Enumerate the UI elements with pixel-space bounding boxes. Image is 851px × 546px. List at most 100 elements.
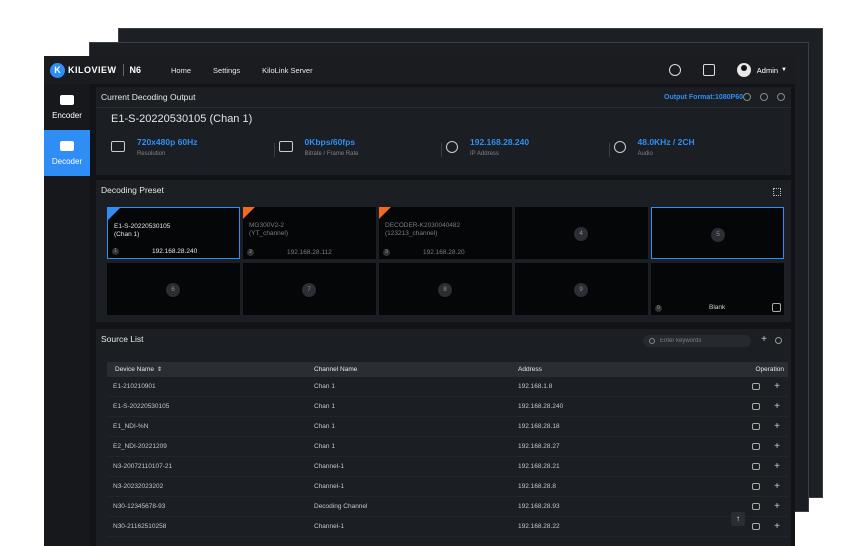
table-row[interactable]: E1-210210901 Chan 1 192.168.1.8 +: [107, 377, 788, 397]
source-table: Device Name ⇕ Channel Name Address Operat…: [107, 362, 788, 537]
stat-ip: 192.168.28.240 IP Address: [446, 137, 614, 157]
fullscreen-icon[interactable]: [777, 93, 785, 101]
current-output-panel: Current Decoding Output Output Format:10…: [96, 87, 791, 175]
expand-icon[interactable]: [772, 303, 781, 312]
nav-settings[interactable]: Settings: [213, 66, 240, 75]
preview-icon[interactable]: [752, 443, 761, 450]
add-icon[interactable]: +: [774, 481, 780, 492]
divider: [441, 143, 442, 157]
add-icon[interactable]: +: [774, 401, 780, 412]
add-icon[interactable]: +: [774, 521, 780, 532]
status-corner: [379, 207, 391, 219]
preset-tile-3[interactable]: DECODER-K2030040482 (123213_channel) 3 19…: [379, 207, 512, 259]
table-row[interactable]: E2_NDI-20221209 Chan 1 192.168.28.27 +: [107, 437, 788, 457]
preview-icon[interactable]: [752, 523, 761, 530]
edit-icon[interactable]: [760, 93, 768, 101]
preset-index: 0: [655, 305, 662, 312]
preview-icon[interactable]: [752, 503, 761, 510]
support-icon[interactable]: [668, 64, 681, 76]
preset-tile-4[interactable]: 4: [515, 207, 648, 259]
preset-ip: 192.168.28.112: [287, 249, 332, 256]
preview-icon[interactable]: [752, 423, 761, 430]
add-icon[interactable]: +: [774, 441, 780, 452]
headphones-icon: [613, 141, 626, 153]
stat-value: 0Kbps/60fps: [304, 137, 356, 147]
preset-index: 1: [112, 248, 119, 255]
preset-tile-1[interactable]: E1-S-20220530105 (Chan 1) 1 192.168.28.24…: [107, 207, 240, 259]
preview-icon[interactable]: [752, 463, 761, 470]
preset-tile-8[interactable]: 8: [379, 263, 512, 315]
camera-icon: [60, 94, 74, 105]
app-window: K KILOVIEW N6 Home Settings KiloLink Ser…: [44, 56, 795, 546]
table-row[interactable]: N3-20072110107-21 Channel-1 192.168.28.21 +: [107, 457, 788, 477]
output-format[interactable]: Output Format:1080P60: [664, 94, 743, 101]
preset-number: 6: [166, 283, 180, 297]
preset-tile-5[interactable]: 5: [651, 207, 784, 259]
table-row[interactable]: E1_NDI-%N Chan 1 192.168.28.18 +: [107, 417, 788, 437]
sidebar-item-decoder[interactable]: Decoder: [44, 130, 90, 176]
nav-home[interactable]: Home: [171, 66, 191, 75]
sidebar-item-label: Decoder: [51, 156, 83, 166]
preset-ip: 192.168.28.240: [152, 248, 198, 255]
search-input[interactable]: [660, 338, 750, 344]
column-channel-name: Channel Name: [314, 366, 358, 373]
divider: [608, 143, 610, 157]
column-address: Address: [518, 366, 542, 373]
top-bar: K KILOVIEW N6 Home Settings KiloLink Ser…: [44, 56, 795, 84]
add-icon[interactable]: +: [774, 381, 780, 392]
add-icon[interactable]: +: [774, 461, 780, 472]
preset-tile-0[interactable]: 0 Blank: [651, 263, 784, 315]
preset-index: 2: [247, 249, 254, 256]
current-channel: E1-S-20220530105 (Chan 1): [111, 113, 253, 125]
gear-icon[interactable]: [743, 93, 751, 101]
column-device-name[interactable]: Device Name ⇕: [107, 366, 314, 373]
add-icon[interactable]: +: [774, 421, 780, 432]
table-row[interactable]: E1-S-20220530105 Chan 1 192.168.28.240 +: [107, 397, 788, 417]
language-icon[interactable]: [702, 64, 715, 76]
preset-ip: 192.168.28.20: [423, 249, 465, 256]
logo: K KILOVIEW N6: [50, 62, 141, 78]
panel-title: Current Decoding Output: [101, 92, 196, 102]
refresh-icon[interactable]: [775, 337, 782, 344]
sidebar-item-label: Encoder: [52, 110, 82, 120]
preview-icon[interactable]: [752, 403, 761, 410]
stat-label: Resolution: [137, 151, 166, 157]
scroll-to-top-button[interactable]: ↑: [731, 512, 745, 526]
add-source-button[interactable]: +: [761, 334, 767, 345]
brand-name: KILOVIEW: [68, 65, 117, 75]
preset-number: 8: [438, 283, 452, 297]
blank-label: Blank: [709, 304, 726, 311]
nav-kilolink-server[interactable]: KiloLink Server: [262, 66, 312, 75]
table-row[interactable]: N30-21162510258 Channel-1 192.168.28.22 +: [107, 517, 788, 537]
stat-audio: 48.0KHz / 2CH Audio: [613, 137, 782, 157]
preset-tile-7[interactable]: 7: [243, 263, 376, 315]
preset-tile-2[interactable]: MG300V2-2 (YT_channel) 2 192.168.28.112: [243, 207, 376, 259]
search-box[interactable]: [643, 335, 751, 347]
sort-icon: ⇕: [157, 367, 163, 373]
preset-tile-9[interactable]: 9: [515, 263, 648, 315]
pulse-icon: [278, 141, 293, 152]
avatar[interactable]: [736, 63, 751, 77]
stat-value: 48.0KHz / 2CH: [637, 137, 695, 147]
preset-tile-6[interactable]: 6: [107, 263, 240, 315]
stat-label: Audio: [637, 151, 653, 157]
user-menu[interactable]: Admin: [757, 66, 778, 75]
chevron-down-icon[interactable]: ▼: [781, 67, 787, 73]
stat-value: 720x480p 60Hz: [137, 137, 198, 147]
add-icon[interactable]: +: [774, 501, 780, 512]
sidebar-item-encoder[interactable]: Encoder: [44, 84, 90, 130]
preset-name: MG300V2-2 (YT_channel): [249, 222, 289, 237]
table-row[interactable]: N30-12345678-93 Decoding Channel 192.168.2…: [107, 497, 788, 517]
status-corner: [243, 207, 255, 219]
preset-number: 7: [302, 283, 316, 297]
panel-actions: [734, 93, 785, 101]
preset-name: DECODER-K2030040482 (123213_channel): [385, 222, 461, 237]
preset-index: 3: [383, 249, 390, 256]
stat-label: IP Address: [470, 151, 499, 157]
table-row[interactable]: N3-20232023202 Channel-1 192.168.28.8 +: [107, 477, 788, 497]
preview-icon[interactable]: [752, 383, 761, 390]
panel-title: Source List: [101, 334, 144, 344]
grid-icon[interactable]: [773, 188, 781, 196]
preview-icon[interactable]: [752, 483, 761, 490]
topbar-actions: Admin ▼: [668, 56, 787, 84]
